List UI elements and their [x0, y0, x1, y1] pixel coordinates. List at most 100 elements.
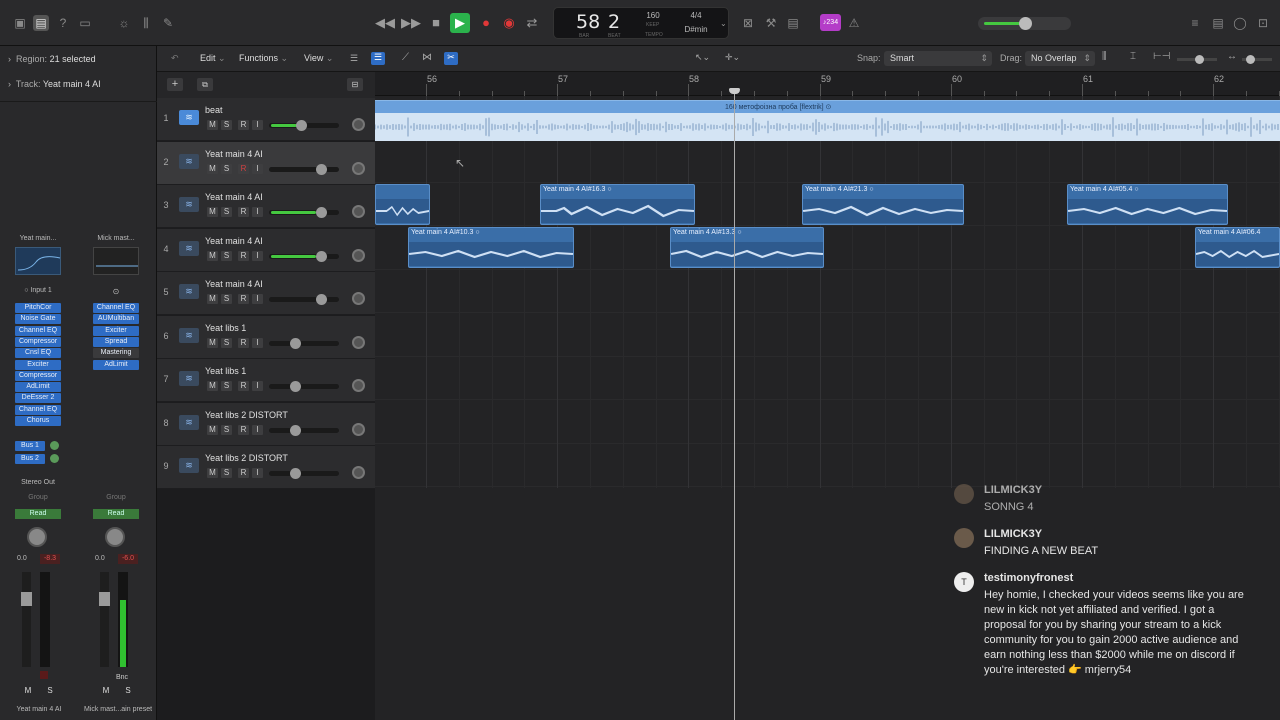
audio-region[interactable]: Yeat main 4 AI#05.4 ○: [1067, 184, 1228, 225]
strip1-record-enable[interactable]: [40, 671, 48, 679]
audio-region[interactable]: Yeat main 4 AI#13.3 ○: [670, 227, 824, 268]
volume-knob[interactable]: [290, 337, 301, 349]
waveform-zoom-icon[interactable]: ⫼: [1102, 51, 1107, 62]
track-lane[interactable]: [375, 357, 1280, 400]
pan-knob[interactable]: [352, 205, 365, 218]
track-header[interactable]: 4 ≋ Yeat main 4 AI M S R I: [157, 228, 375, 272]
horizontal-zoom-icon[interactable]: ⊢⊣: [1153, 51, 1170, 62]
pan-knob[interactable]: [352, 422, 365, 436]
volume-knob[interactable]: [315, 250, 327, 262]
audio-region[interactable]: Yeat main 4 AI#21.3 ○: [802, 184, 964, 225]
horizontal-zoom-knob[interactable]: [1246, 55, 1255, 64]
quick-help-icon[interactable]: ?: [55, 15, 71, 31]
strip1-group[interactable]: Group: [12, 494, 64, 501]
track-name[interactable]: Yeat libs 2 DISTORT: [205, 453, 288, 463]
edit-menu[interactable]: Edit ⌄: [200, 53, 226, 64]
snap-select[interactable]: Smart ⇕: [884, 51, 992, 66]
strip2-automation[interactable]: Read: [93, 509, 139, 519]
pencil-tool-icon[interactable]: ✛⌄: [725, 52, 740, 63]
track-header[interactable]: 8 ≋ Yeat libs 2 DISTORT M S R I: [157, 402, 375, 446]
count-in-badge[interactable]: ♪234: [820, 14, 841, 31]
send-knob-1[interactable]: [50, 441, 59, 450]
track-volume-fader[interactable]: [269, 424, 339, 436]
input-monitor-button[interactable]: I: [252, 163, 263, 174]
send-bus2[interactable]: Bus 2: [15, 454, 45, 464]
record-button[interactable]: ●: [476, 13, 496, 33]
track-name[interactable]: Yeat main 4 AI: [205, 236, 263, 246]
track-header[interactable]: 3 ≋ Yeat main 4 AI M S R I: [157, 185, 375, 228]
solo-button[interactable]: S: [221, 381, 232, 391]
inspector-icon[interactable]: ▤: [33, 15, 49, 31]
plugin-slot[interactable]: DeEsser 2: [15, 393, 61, 404]
list-view-icon[interactable]: ☰: [350, 53, 362, 65]
send-knob-2[interactable]: [50, 454, 59, 463]
horizontal-zoom-slider[interactable]: [1242, 55, 1272, 64]
solo-button[interactable]: S: [221, 163, 232, 174]
track-inspector-row[interactable]: › Track: Yeat main 4 AI: [0, 72, 157, 96]
mute-button[interactable]: M: [207, 250, 218, 261]
audio-region[interactable]: Yeat main 4 AI#06.4: [1195, 227, 1280, 268]
solo-button[interactable]: S: [221, 120, 232, 130]
pan-knob[interactable]: [352, 161, 365, 175]
smart-controls-icon[interactable]: ☼: [116, 15, 132, 31]
strip1-automation[interactable]: Read: [15, 509, 61, 519]
plugin-slot[interactable]: Channel EQ: [15, 404, 61, 415]
volume-knob[interactable]: [296, 120, 307, 131]
back-arrow-icon[interactable]: ↶: [171, 53, 179, 64]
audio-region[interactable]: Yeat main 4 AI#10.3 ○: [408, 227, 574, 268]
pan-knob[interactable]: [352, 335, 365, 349]
track-volume-fader[interactable]: [269, 381, 339, 392]
track-name[interactable]: Yeat main 4 AI: [205, 279, 263, 289]
track-name[interactable]: Yeat libs 1: [205, 323, 246, 333]
plugin-slot[interactable]: AdLimit: [93, 359, 139, 370]
track-name[interactable]: beat: [205, 105, 223, 115]
volume-knob[interactable]: [290, 468, 301, 479]
playhead[interactable]: [729, 88, 740, 720]
record-enable-button[interactable]: R: [238, 207, 249, 217]
pan-knob[interactable]: [352, 379, 365, 392]
master-volume-slider[interactable]: [978, 17, 1071, 30]
playhead-handle[interactable]: [729, 88, 740, 94]
input-monitor-button[interactable]: I: [252, 381, 263, 391]
track-lane[interactable]: [375, 270, 1280, 313]
beat-region[interactable]: 160 метофоізна проба [flextrik] ⊙: [374, 100, 1280, 141]
mute-button[interactable]: M: [207, 120, 218, 130]
vertical-zoom-icon[interactable]: ⌶: [1130, 51, 1136, 62]
plugin-slot[interactable]: Chorus: [15, 416, 61, 426]
library-icon[interactable]: ▣: [12, 15, 28, 31]
solo-button[interactable]: S: [221, 294, 232, 304]
track-volume-fader[interactable]: [269, 250, 339, 262]
duplicate-track-button[interactable]: ⧉: [197, 78, 213, 91]
flex-icon[interactable]: ⋈: [422, 52, 432, 63]
eq-thumbnail[interactable]: [15, 247, 61, 275]
track-volume-fader[interactable]: [269, 337, 339, 349]
vertical-zoom-slider[interactable]: [1177, 55, 1217, 64]
input-monitor-button[interactable]: I: [252, 120, 263, 130]
track-name[interactable]: Yeat main 4 AI: [205, 192, 263, 202]
lcd-chevron-icon[interactable]: ⌄: [720, 19, 727, 28]
volume-knob[interactable]: [315, 163, 327, 175]
strip1-solo-button[interactable]: S: [44, 686, 56, 696]
plugin-slot[interactable]: Channel EQ: [15, 325, 61, 336]
pan-knob[interactable]: [352, 292, 365, 305]
catch-playhead-icon[interactable]: ✂: [444, 52, 458, 65]
track-header[interactable]: 7 ≋ Yeat libs 1 MSRI: [157, 359, 375, 402]
functions-menu[interactable]: Functions ⌄: [239, 53, 288, 64]
solo-button[interactable]: S: [221, 424, 232, 435]
warning-icon[interactable]: ⚠: [846, 15, 862, 31]
lcd-display[interactable]: 58 2 BAR BEAT 160 KEEP TEMPO 4/4 D#min ⌄: [553, 7, 729, 39]
pan-knob[interactable]: [352, 118, 365, 131]
track-header[interactable]: 2 ≋ Yeat main 4 AI M S R I: [157, 141, 375, 185]
send-bus1[interactable]: Bus 1: [15, 441, 45, 451]
input-monitor-button[interactable]: I: [252, 337, 263, 348]
notepad-icon[interactable]: ▤: [785, 15, 801, 31]
mute-button[interactable]: M: [207, 163, 218, 174]
strip2-bounce[interactable]: Bnc: [116, 674, 128, 681]
toolbar-icon[interactable]: ▭: [77, 15, 93, 31]
solo-button[interactable]: S: [221, 468, 232, 478]
track-volume-fader[interactable]: [269, 207, 339, 218]
plugin-slot[interactable]: PitchCor: [15, 303, 61, 313]
pan-knob[interactable]: [352, 248, 365, 262]
mute-button[interactable]: M: [207, 424, 218, 435]
record-enable-button[interactable]: R: [238, 163, 249, 174]
